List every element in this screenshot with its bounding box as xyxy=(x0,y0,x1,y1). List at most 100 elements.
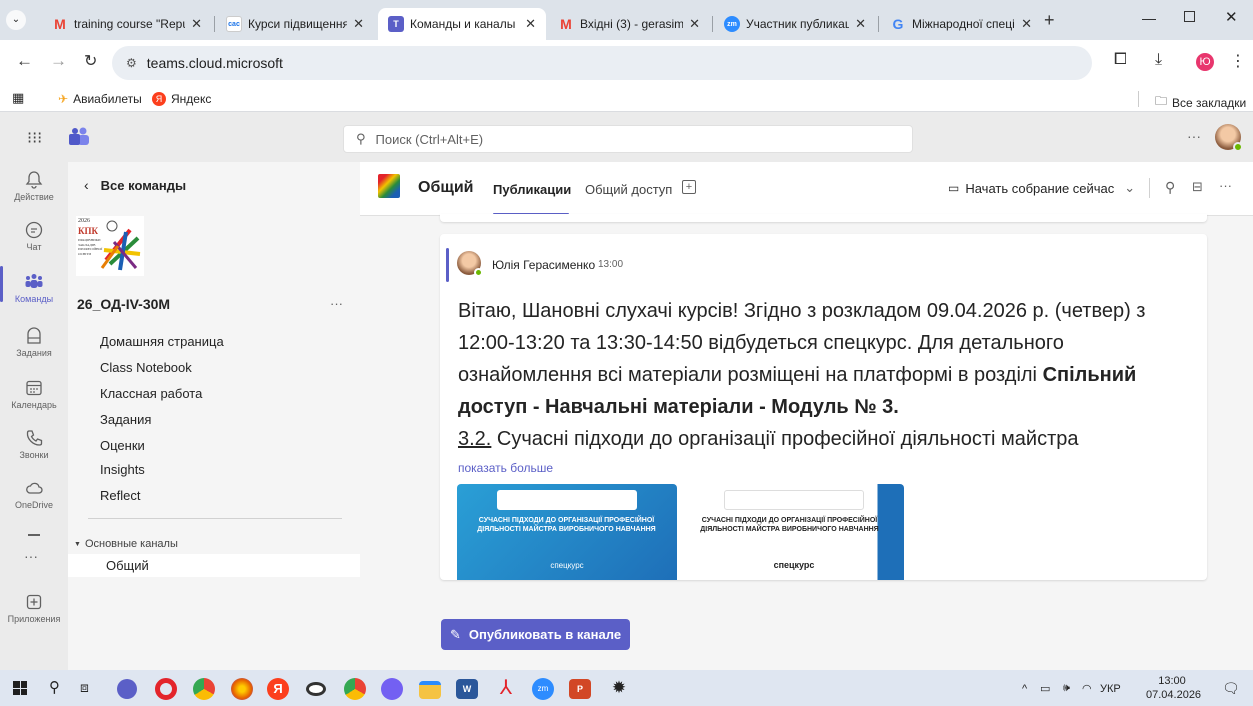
browser-tab-4[interactable]: M Вхідні (3) - gerasimen ✕ xyxy=(548,8,710,40)
meet-now-button[interactable]: ▭ Начать собрание сейчас ⌄ xyxy=(948,180,1135,196)
tab-list-dropdown-icon[interactable]: ⌄ xyxy=(6,10,26,30)
add-tab-icon[interactable]: + xyxy=(682,180,696,194)
team-link-class-notebook[interactable]: Class Notebook xyxy=(100,360,192,375)
author-avatar[interactable] xyxy=(457,251,483,277)
bookmark-aviabilety[interactable]: ✈ Авиабилеты xyxy=(58,92,142,106)
chrome-icon[interactable] xyxy=(193,678,215,700)
team-link-assignments[interactable]: Задания xyxy=(100,412,151,427)
forward-icon[interactable]: → xyxy=(50,51,67,71)
rail-item-teams[interactable]: Команды xyxy=(0,272,68,304)
yandex-icon: Я xyxy=(152,92,166,106)
post-text-link[interactable]: 3.2. xyxy=(458,428,491,450)
close-icon[interactable]: ✕ xyxy=(855,16,866,32)
maximize-icon[interactable] xyxy=(1184,11,1195,22)
browser-tab-2[interactable]: cac Курси підвищення ка ✕ xyxy=(216,8,374,40)
rail-item-chat[interactable]: Чат xyxy=(0,220,68,252)
address-bar[interactable]: ⚙ teams.cloud.microsoft xyxy=(112,46,1092,80)
viber-icon[interactable] xyxy=(381,678,403,700)
rail-label: Календарь xyxy=(11,400,57,410)
reload-icon[interactable]: ↻ xyxy=(84,51,97,71)
new-tab-button[interactable]: + xyxy=(1044,10,1055,31)
opera-icon[interactable] xyxy=(155,678,177,700)
file-explorer-icon[interactable] xyxy=(419,681,441,699)
powerpoint-icon[interactable]: P xyxy=(569,679,591,699)
firefox-icon[interactable] xyxy=(231,678,253,700)
notifications-icon[interactable]: 🗨 xyxy=(1222,680,1240,697)
tab-title: Вхідні (3) - gerasimen xyxy=(580,17,684,31)
attachment-title: СУЧАСНІ ПІДХОДИ ДО ОРГАНІЗАЦІЇ ПРОФЕСІЙН… xyxy=(477,517,656,533)
menu-icon[interactable]: ⋮ xyxy=(1230,51,1246,71)
post-in-channel-button[interactable]: ✎ Опубликовать в канале xyxy=(441,619,630,650)
rail-item-apps[interactable]: Приложения xyxy=(0,592,68,624)
team-link-reflect[interactable]: Reflect xyxy=(100,488,140,503)
team-link-insights[interactable]: Insights xyxy=(100,462,145,477)
close-icon[interactable]: ✕ xyxy=(191,16,202,32)
eye-app-icon[interactable] xyxy=(306,682,326,696)
browser-tab-5[interactable]: zm Участник публикаци ✕ xyxy=(714,8,876,40)
clock-date: 07.04.2026 xyxy=(1146,689,1202,701)
post-text-part: Сучасні підходи до організації професійн… xyxy=(491,428,1079,450)
close-icon[interactable]: ✕ xyxy=(525,16,536,32)
channel-item-general[interactable]: Общий xyxy=(68,554,360,577)
chrome-alt-icon[interactable] xyxy=(344,678,366,700)
rail-label: Команды xyxy=(14,294,54,304)
rail-item-calendar[interactable]: Календарь xyxy=(0,378,68,410)
channel-more-icon[interactable]: ··· xyxy=(1219,178,1232,193)
more-options-icon[interactable]: ··· xyxy=(1187,128,1201,144)
tab-posts[interactable]: Публикации xyxy=(493,182,571,215)
channel-search-icon[interactable]: ⚲ xyxy=(1165,179,1175,196)
yandex-browser-icon[interactable]: Я xyxy=(267,678,289,700)
rail-item-onedrive[interactable]: OneDrive xyxy=(0,478,68,510)
back-icon[interactable]: ← xyxy=(16,51,33,71)
window-close-icon[interactable]: ✕ xyxy=(1225,8,1238,26)
all-bookmarks[interactable]: 🗀 Все закладки xyxy=(1155,92,1246,113)
volume-icon[interactable]: 🕪 xyxy=(1063,682,1070,695)
search-icon[interactable]: ⚲ xyxy=(49,678,60,696)
user-avatar[interactable] xyxy=(1215,124,1243,152)
attachment-thumbnail-2[interactable]: СУЧАСНІ ПІДХОДИ ДО ОРГАНІЗАЦІЇ ПРОФЕСІЙН… xyxy=(684,484,904,580)
wifi-icon[interactable]: ◠ xyxy=(1082,682,1092,695)
browser-tab-6[interactable]: G Міжнародної спеціа ✕ xyxy=(880,8,1042,40)
team-link-grades[interactable]: Оценки xyxy=(100,438,145,453)
app-launcher-icon[interactable]: ⁝⁝⁝ xyxy=(27,128,42,148)
close-icon[interactable]: ✕ xyxy=(689,16,700,32)
channel-info-icon[interactable]: ⊟ xyxy=(1192,179,1203,195)
windows-start-icon[interactable] xyxy=(13,681,27,695)
clock[interactable]: 13:00 07.04.2026 xyxy=(1146,674,1202,702)
network-icon[interactable]: ▭ xyxy=(1040,682,1050,695)
attachment-thumbnail-1[interactable]: СУЧАСНІ ПІДХОДИ ДО ОРГАНІЗАЦІЇ ПРОФЕСІЙН… xyxy=(457,484,677,580)
tab-shared[interactable]: Общий доступ xyxy=(585,182,672,197)
channels-section-header[interactable]: ▼ Основные каналы xyxy=(74,538,178,550)
settings-icon[interactable]: ✹ xyxy=(607,676,631,700)
team-more-options-icon[interactable]: ··· xyxy=(330,296,343,311)
profile-avatar[interactable]: Ю xyxy=(1196,53,1214,71)
rail-item-activity[interactable]: Действие xyxy=(0,170,68,202)
browser-tab-1[interactable]: M training course "Repu ✕ xyxy=(42,8,212,40)
search-box[interactable]: ⚲ Поиск (Ctrl+Alt+E) xyxy=(343,125,913,153)
rail-item-calls[interactable]: Звонки xyxy=(0,428,68,460)
tray-expand-icon[interactable]: ^ xyxy=(1022,683,1027,695)
search-placeholder: Поиск (Ctrl+Alt+E) xyxy=(375,131,484,147)
team-link-home[interactable]: Домашняя страница xyxy=(100,334,224,349)
site-info-icon[interactable]: ⚙ xyxy=(126,56,137,70)
browser-tab-3-active[interactable]: T Команды и каналы | ✕ xyxy=(378,8,546,40)
rail-item-assignments[interactable]: Задания xyxy=(0,326,68,358)
back-to-teams-button[interactable]: ‹ Все команды xyxy=(84,177,186,193)
word-icon[interactable]: W xyxy=(456,679,478,699)
task-view-icon[interactable]: ⧈ xyxy=(80,679,89,696)
zoom-icon[interactable]: zm xyxy=(532,678,554,700)
cortana-icon[interactable] xyxy=(117,679,137,699)
show-more-link[interactable]: показать больше xyxy=(458,461,553,475)
keyboard-language[interactable]: УКР xyxy=(1100,683,1121,695)
download-icon[interactable]: ⤓ xyxy=(1155,51,1162,69)
extensions-icon[interactable]: ⧠ xyxy=(1114,51,1127,69)
close-icon[interactable]: ✕ xyxy=(353,16,364,32)
post-author[interactable]: Юлія Герасименко xyxy=(492,258,595,272)
acrobat-icon[interactable]: ⅄ xyxy=(494,676,518,700)
apps-grid-icon[interactable]: ▦ xyxy=(12,90,24,106)
minimize-icon[interactable]: — xyxy=(1142,10,1156,26)
more-apps-icon[interactable]: ··· xyxy=(24,548,38,564)
team-link-classwork[interactable]: Классная работа xyxy=(100,386,202,401)
close-icon[interactable]: ✕ xyxy=(1021,16,1032,32)
bookmark-yandex[interactable]: Я Яндекс xyxy=(152,92,211,106)
